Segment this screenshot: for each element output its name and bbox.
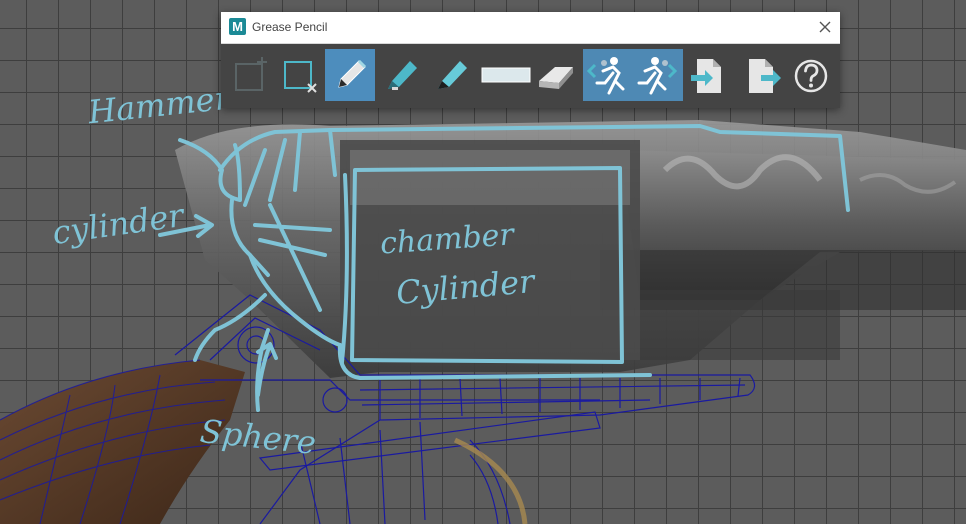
- ghost-previous-icon: [586, 57, 625, 95]
- marker-button[interactable]: [375, 49, 425, 101]
- export-button[interactable]: [737, 49, 787, 101]
- eraser-button[interactable]: [531, 49, 581, 101]
- ghost-next-button[interactable]: [633, 49, 683, 101]
- help-button[interactable]: [787, 49, 837, 101]
- grease-pencil-window: M Grease Pencil: [221, 12, 840, 108]
- add-frame-button[interactable]: [225, 49, 275, 101]
- sphere-arrow: [256, 342, 278, 397]
- soft-pencil-icon: [438, 61, 467, 89]
- close-icon: [819, 21, 831, 33]
- soft-pencil-button[interactable]: [425, 49, 475, 101]
- app-logo-icon: M: [229, 18, 246, 35]
- close-button[interactable]: [810, 12, 840, 43]
- ghost-previous-button[interactable]: [583, 49, 633, 101]
- add-frame-icon: [235, 57, 267, 91]
- pencil-button[interactable]: [325, 49, 375, 101]
- cylinder-highlight: [350, 150, 630, 205]
- marker-icon: [388, 61, 417, 90]
- ghost-next-icon: [637, 57, 678, 95]
- title-bar[interactable]: M Grease Pencil: [221, 12, 840, 44]
- eraser-icon: [539, 67, 573, 89]
- delete-frame-icon: [284, 61, 317, 93]
- trigger-guard: [453, 437, 528, 524]
- window-title: Grease Pencil: [252, 20, 328, 34]
- import-button[interactable]: [683, 49, 733, 101]
- delete-frame-button[interactable]: [275, 49, 325, 101]
- stroke-bar-icon: [481, 67, 531, 83]
- brush-stroke-button[interactable]: [475, 49, 537, 101]
- import-icon: [691, 59, 721, 93]
- toolbar: [221, 44, 840, 108]
- under-barrel: [640, 290, 840, 360]
- export-icon: [749, 59, 781, 93]
- pencil-icon: [338, 59, 367, 88]
- help-icon: [794, 59, 828, 93]
